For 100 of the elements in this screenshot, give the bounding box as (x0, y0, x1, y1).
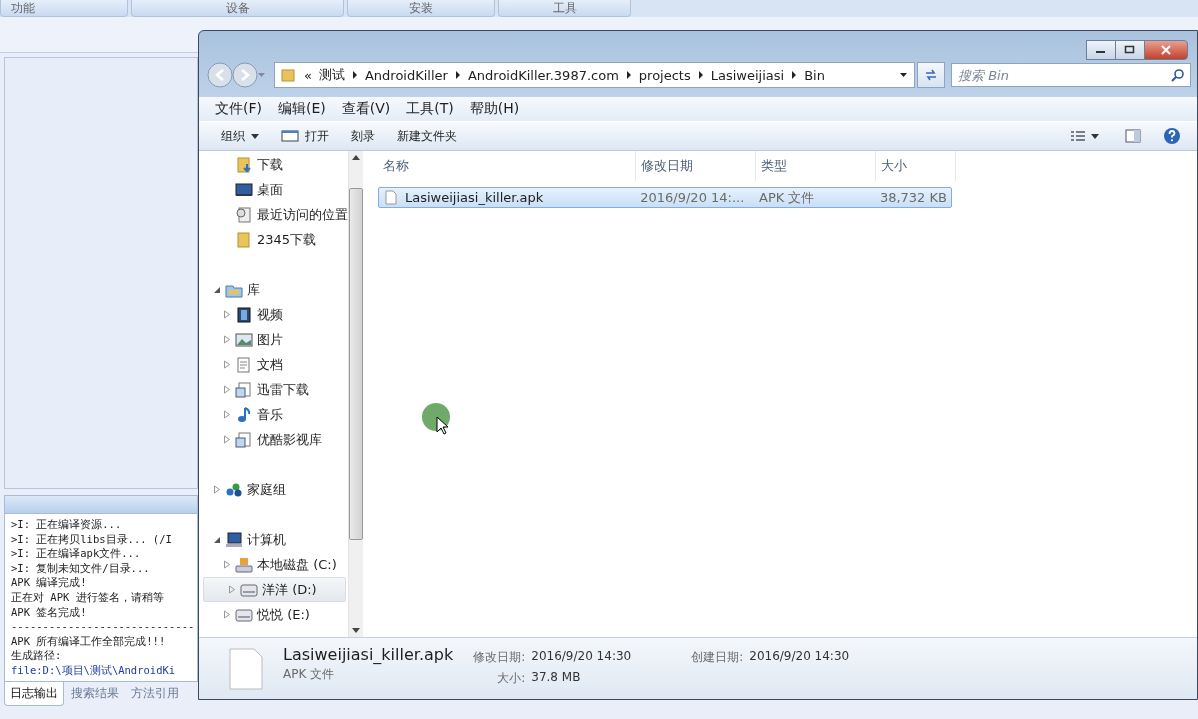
field-label: 创建日期: (691, 649, 744, 666)
collapsed-arrow-icon[interactable] (223, 560, 231, 569)
collapsed-arrow-icon[interactable] (223, 435, 231, 444)
search-field[interactable]: 搜索 Bin (951, 63, 1191, 87)
ribbon-tab[interactable]: 工具 (498, 0, 631, 17)
nav-item[interactable]: 最近访问的位置 (199, 202, 348, 227)
scroll-down-arrow-icon[interactable] (352, 628, 360, 633)
window-icon (281, 130, 299, 142)
toolbar-button[interactable]: 刻录 (347, 125, 379, 147)
ribbon-tab[interactable]: 安装 (347, 0, 495, 17)
panel-tab[interactable]: 日志输出 (4, 682, 64, 706)
caret-icon (251, 133, 259, 139)
nav-item[interactable]: 洋洋 (D:) (203, 577, 346, 602)
nav-item[interactable]: 计算机 (199, 527, 348, 552)
monitor-icon (235, 181, 253, 198)
forward-button[interactable] (232, 62, 258, 88)
drive-icon (240, 581, 258, 598)
search-icon[interactable] (1171, 69, 1184, 82)
file-icon (385, 190, 397, 205)
collapsed-arrow-icon[interactable] (228, 585, 236, 594)
breadcrumb-item[interactable]: Lasiweijiasi (710, 67, 785, 83)
panel-tab[interactable]: 方法引用 (126, 682, 184, 706)
log-line: 生成路径: (11, 648, 63, 663)
nav-item[interactable]: 下载 (199, 152, 348, 177)
chevron-icon[interactable] (454, 71, 461, 79)
collapsed-arrow-icon[interactable] (213, 485, 221, 494)
nav-item[interactable]: 文档 (199, 352, 348, 377)
menu-item[interactable]: 帮助(H) (469, 100, 520, 118)
dropdown-arrow-icon[interactable] (899, 72, 908, 78)
nav-item[interactable]: 迅雷下载 (199, 377, 348, 402)
menu-item[interactable]: 查看(V) (341, 100, 391, 118)
nav-item[interactable]: 桌面 (199, 177, 348, 202)
nav-item[interactable]: 库 (199, 277, 348, 302)
nav-item[interactable]: 视频 (199, 302, 348, 327)
help-button[interactable] (1163, 127, 1181, 145)
ribbon-tab[interactable]: 功能 (0, 0, 128, 17)
breadcrumb-item[interactable]: AndroidKiller (364, 67, 448, 83)
ribbon-tab[interactable]: 设备 (131, 0, 344, 17)
mouse-pointer-icon (436, 416, 448, 435)
log-line: >I: 复制未知文件/目录... (11, 560, 151, 576)
toolbar-button[interactable]: 组织 (217, 125, 263, 147)
caret-icon (1091, 133, 1099, 139)
file-row[interactable]: Lasiweijiasi_killer.apk 2016/9/20 14:... APK 文件 38,732 KB (378, 187, 952, 208)
expanded-arrow-icon[interactable] (213, 535, 221, 544)
nav-item[interactable]: 优酷影视库 (199, 427, 348, 452)
nav-item[interactable]: 本地磁盘 (C:) (199, 552, 348, 577)
address-bar[interactable]: « 测试 AndroidKiller AndroidKiller.3987.com projects Lasiweijiasi Bin (274, 62, 915, 88)
menu-item[interactable]: 工具(T) (406, 100, 454, 118)
nav-item[interactable]: 图片 (199, 327, 348, 352)
scroll-up-arrow-icon[interactable] (352, 155, 360, 160)
preview-pane-button[interactable] (1125, 129, 1141, 143)
breadcrumb-item[interactable]: Bin (804, 67, 825, 83)
collapsed-arrow-icon[interactable] (223, 410, 231, 419)
nav-item[interactable]: 悦悦 (E:) (199, 602, 348, 627)
type-cell-text: APK 文件 (758, 188, 816, 207)
scrollbar-thumb[interactable] (349, 188, 363, 540)
panel-tab[interactable]: 搜索结果 (66, 682, 124, 706)
nav-item[interactable]: 2345下载 (199, 227, 348, 252)
column-header[interactable]: 大小 (876, 151, 956, 181)
field-value: 2016/9/20 14:30 (531, 649, 632, 665)
nav-item[interactable]: 家庭组 (199, 477, 348, 502)
document-icon (235, 356, 253, 373)
column-header[interactable]: 修改日期 (636, 151, 756, 181)
nav-item[interactable]: 音乐 (199, 402, 348, 427)
file-name: Lasiweijiasi_killer.apk (405, 190, 544, 205)
column-header[interactable]: 类型 (756, 151, 876, 181)
collapsed-arrow-icon[interactable] (223, 335, 231, 344)
collapsed-arrow-icon[interactable] (223, 385, 231, 394)
toolbar-button[interactable]: 打开 (277, 125, 333, 147)
music-note-icon (235, 406, 253, 423)
menu-item[interactable]: 编辑(E) (278, 100, 326, 118)
refresh-button[interactable] (917, 62, 945, 88)
network-icon (225, 481, 243, 498)
chevron-icon[interactable] (625, 71, 632, 79)
field-label: 大小: (496, 670, 526, 687)
toolbar-button[interactable]: 新建文件夹 (393, 125, 461, 147)
date-cell-text: 2016/9/20 14:... (639, 190, 746, 205)
file-name: Lasiweijiasi_killer.apk (283, 646, 454, 664)
maximize-button[interactable] (1115, 40, 1145, 60)
collapsed-arrow-icon[interactable] (223, 610, 231, 619)
collapsed-arrow-icon[interactable] (223, 310, 231, 319)
chevron-icon[interactable] (351, 71, 358, 79)
scrollbar[interactable] (348, 151, 363, 637)
minimize-button[interactable] (1086, 40, 1116, 60)
log-line: ----------------------------- (11, 619, 196, 634)
column-header[interactable]: 名称 (378, 151, 636, 181)
list-view-icon (1071, 130, 1085, 142)
collapsed-arrow-icon[interactable] (223, 360, 231, 369)
breadcrumb-item[interactable]: projects (638, 67, 691, 83)
expanded-arrow-icon[interactable] (213, 285, 221, 294)
menu-item[interactable]: 文件(F) (215, 100, 262, 118)
overflow-mark[interactable]: « (304, 67, 312, 83)
log-line: file:D:\项目\测试\AndroidKi (11, 662, 177, 678)
picture-icon (235, 331, 253, 348)
back-button[interactable] (207, 62, 233, 88)
close-button[interactable] (1144, 40, 1188, 60)
breadcrumb-item[interactable]: AndroidKiller.3987.com (467, 67, 619, 83)
chevron-icon[interactable] (697, 71, 704, 79)
chevron-icon[interactable] (791, 71, 798, 79)
breadcrumb-item[interactable]: 测试 (318, 66, 345, 84)
